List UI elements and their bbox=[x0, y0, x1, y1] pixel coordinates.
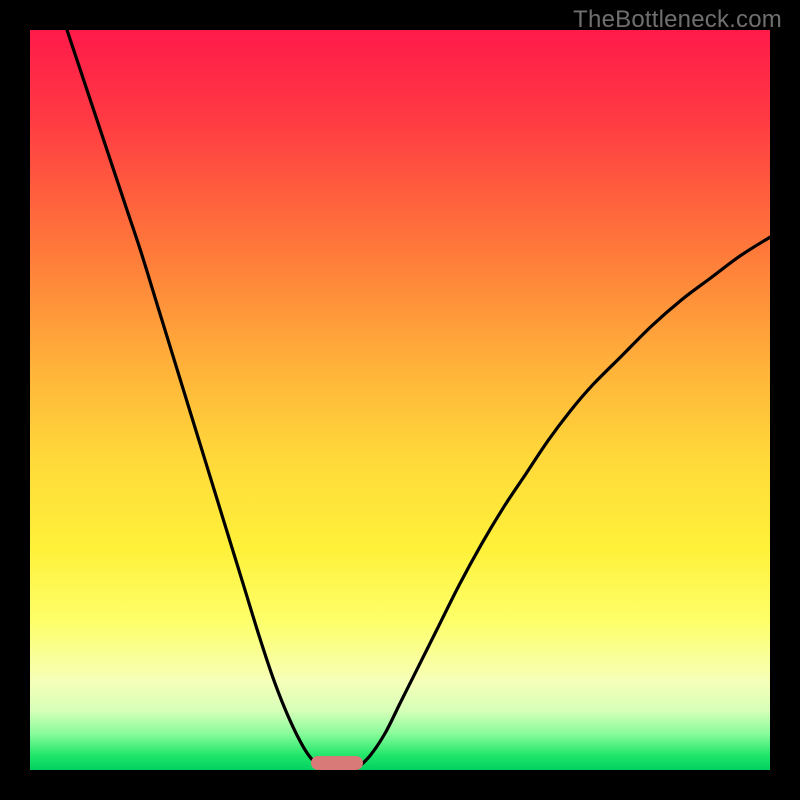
watermark-text: TheBottleneck.com bbox=[573, 6, 782, 34]
left-curve bbox=[67, 30, 326, 770]
plot-area bbox=[30, 30, 770, 770]
chart-frame: TheBottleneck.com bbox=[0, 0, 800, 800]
curve-layer bbox=[30, 30, 770, 770]
right-curve bbox=[356, 237, 770, 770]
minimum-marker bbox=[311, 756, 363, 770]
